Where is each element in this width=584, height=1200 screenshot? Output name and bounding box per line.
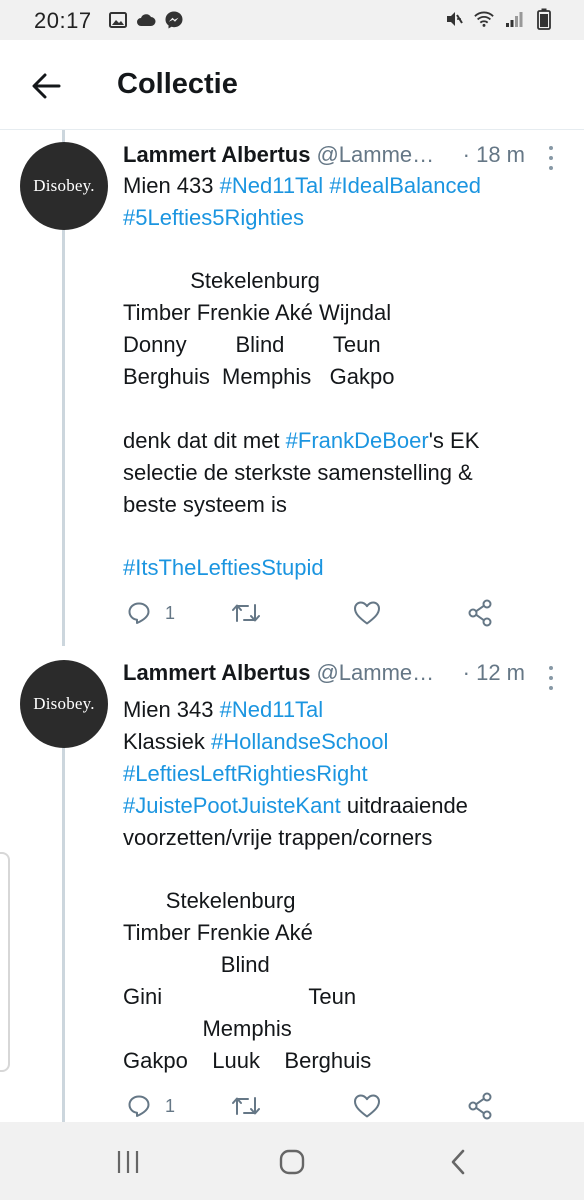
tweet-text: Memphis (123, 1016, 292, 1041)
avatar[interactable]: Disobey. (20, 660, 108, 748)
like-button[interactable] (353, 1090, 381, 1122)
heart-icon (354, 601, 380, 625)
tweet-text: #ItsTheLeftiesStupid (123, 552, 563, 584)
tweet[interactable]: Disobey. Lammert Albertus @Lammert_Alber… (0, 142, 584, 647)
tweet-actions: 1 (123, 597, 503, 629)
retweet-button[interactable] (231, 1090, 261, 1122)
nav-back-button[interactable] (436, 1144, 480, 1180)
home-icon (279, 1149, 305, 1175)
tweet-text: Stekelenburg (123, 268, 320, 293)
messenger-icon (164, 10, 184, 30)
tweet-text: Klassiek #HollandseSchool (123, 726, 563, 758)
status-bar: 20:17 (0, 0, 584, 40)
tweet-text: Blind (123, 952, 270, 977)
signal-icon (504, 9, 524, 29)
avatar-text: Disobey. (33, 694, 95, 713)
text: Mien 433 (123, 173, 220, 198)
tweet-text: beste systeem is (123, 492, 287, 517)
wifi-icon (474, 9, 494, 29)
tweet-text: Berghuis Memphis Gakpo (123, 364, 395, 389)
recents-button[interactable] (106, 1144, 150, 1180)
hashtag-link[interactable]: #Ned11Tal (220, 173, 324, 198)
reply-count: 1 (165, 1095, 176, 1116)
battery-icon (534, 8, 554, 30)
image-icon (108, 10, 128, 30)
tweet-actions: 1 (123, 1090, 503, 1122)
tweet-text: Gakpo Luuk Berghuis (123, 1048, 372, 1073)
heart-icon (354, 1094, 380, 1118)
tweet-text: Timber Frenkie Aké Wijndal (123, 300, 392, 325)
tweet-time: · 12 m (462, 660, 525, 685)
share-button[interactable] (467, 1090, 495, 1122)
tweet-text: #LeftiesLeftRightiesRight (123, 758, 563, 790)
arrow-left-icon (32, 73, 61, 99)
share-icon (468, 599, 492, 627)
tweet-time: · 18 m (462, 142, 525, 167)
back-chevron-icon (451, 1149, 465, 1175)
text: Mien 343 (123, 697, 220, 722)
hashtag-link[interactable]: #LeftiesLeftRightiesRight (123, 761, 368, 786)
system-icons (444, 8, 554, 30)
tweet-text: Mien 433 #Ned11Tal #IdealBalanced (123, 170, 563, 202)
author-handle[interactable]: @Lammert_Albertus (316, 660, 440, 692)
thread-line-top (62, 130, 65, 142)
hashtag-link[interactable]: #5Lefties5Righties (123, 205, 304, 230)
reply-icon (128, 1095, 150, 1117)
tweet-feed[interactable]: Disobey. Lammert Albertus @Lammert_Alber… (0, 130, 584, 1122)
system-nav-bar (0, 1122, 584, 1200)
tweet-text: #JuistePootJuisteKant uitdraaiende (123, 790, 563, 822)
recents-icon (117, 1151, 139, 1173)
share-button[interactable] (467, 597, 495, 629)
hashtag-link[interactable]: #JuistePootJuisteKant (123, 793, 341, 818)
tweet-header: Lammert Albertus @Lammert_Albertus · 12 … (123, 660, 533, 692)
page-title: Collectie (117, 68, 238, 100)
tweet[interactable]: Disobey. Lammert Albertus @Lammert_Alber… (0, 660, 584, 1122)
retweet-icon (232, 604, 260, 622)
tweet-text: Timber Frenkie Aké (123, 920, 313, 945)
reply-icon (128, 602, 150, 624)
hashtag-link[interactable]: #ItsTheLeftiesStupid (123, 555, 324, 580)
home-button[interactable] (270, 1144, 314, 1180)
tweet-text: Mien 343 #Ned11Tal (123, 694, 563, 726)
text: Klassiek (123, 729, 212, 754)
tweet-text: Gini Teun (123, 984, 357, 1009)
reply-button[interactable]: 1 (127, 597, 175, 629)
avatar[interactable]: Disobey. (20, 142, 108, 230)
tweet-text: denk dat dit met #FrankDeBoer's EK (123, 425, 563, 457)
reply-count: 1 (165, 602, 176, 623)
tweet-text: voorzetten/vrije trappen/corners (123, 825, 433, 850)
like-button[interactable] (353, 597, 381, 629)
share-icon (468, 1092, 492, 1120)
hashtag-link[interactable]: #IdealBalanced (329, 173, 481, 198)
text: 's EK (428, 428, 480, 453)
mute-icon (444, 9, 464, 29)
tweet-text: selectie de sterkste samenstelling & (123, 460, 473, 485)
tweet-text: #5Lefties5Righties (123, 202, 563, 234)
cloud-icon (136, 10, 156, 30)
author-name[interactable]: Lammert Albertus (123, 660, 310, 692)
more-options-icon[interactable] (546, 666, 556, 690)
hashtag-link[interactable]: #Ned11Tal (220, 697, 324, 722)
app-header: Collectie (0, 40, 584, 130)
edge-panel-handle[interactable] (0, 852, 10, 1072)
hashtag-link[interactable]: #FrankDeBoer (286, 428, 429, 453)
text: denk dat dit met (123, 428, 286, 453)
hashtag-link[interactable]: #HollandseSchool (211, 729, 388, 754)
text: uitdraaiende (340, 793, 468, 818)
avatar-text: Disobey. (33, 176, 95, 195)
tweet-text: Stekelenburg (123, 888, 296, 913)
back-button[interactable] (24, 64, 68, 108)
retweet-icon (232, 1097, 260, 1115)
status-time: 20:17 (34, 8, 92, 33)
tweet-text: Donny Blind Teun (123, 332, 381, 357)
retweet-button[interactable] (231, 597, 261, 629)
more-options-icon[interactable] (546, 146, 556, 170)
reply-button[interactable]: 1 (127, 1090, 175, 1122)
notification-icons (108, 10, 184, 30)
